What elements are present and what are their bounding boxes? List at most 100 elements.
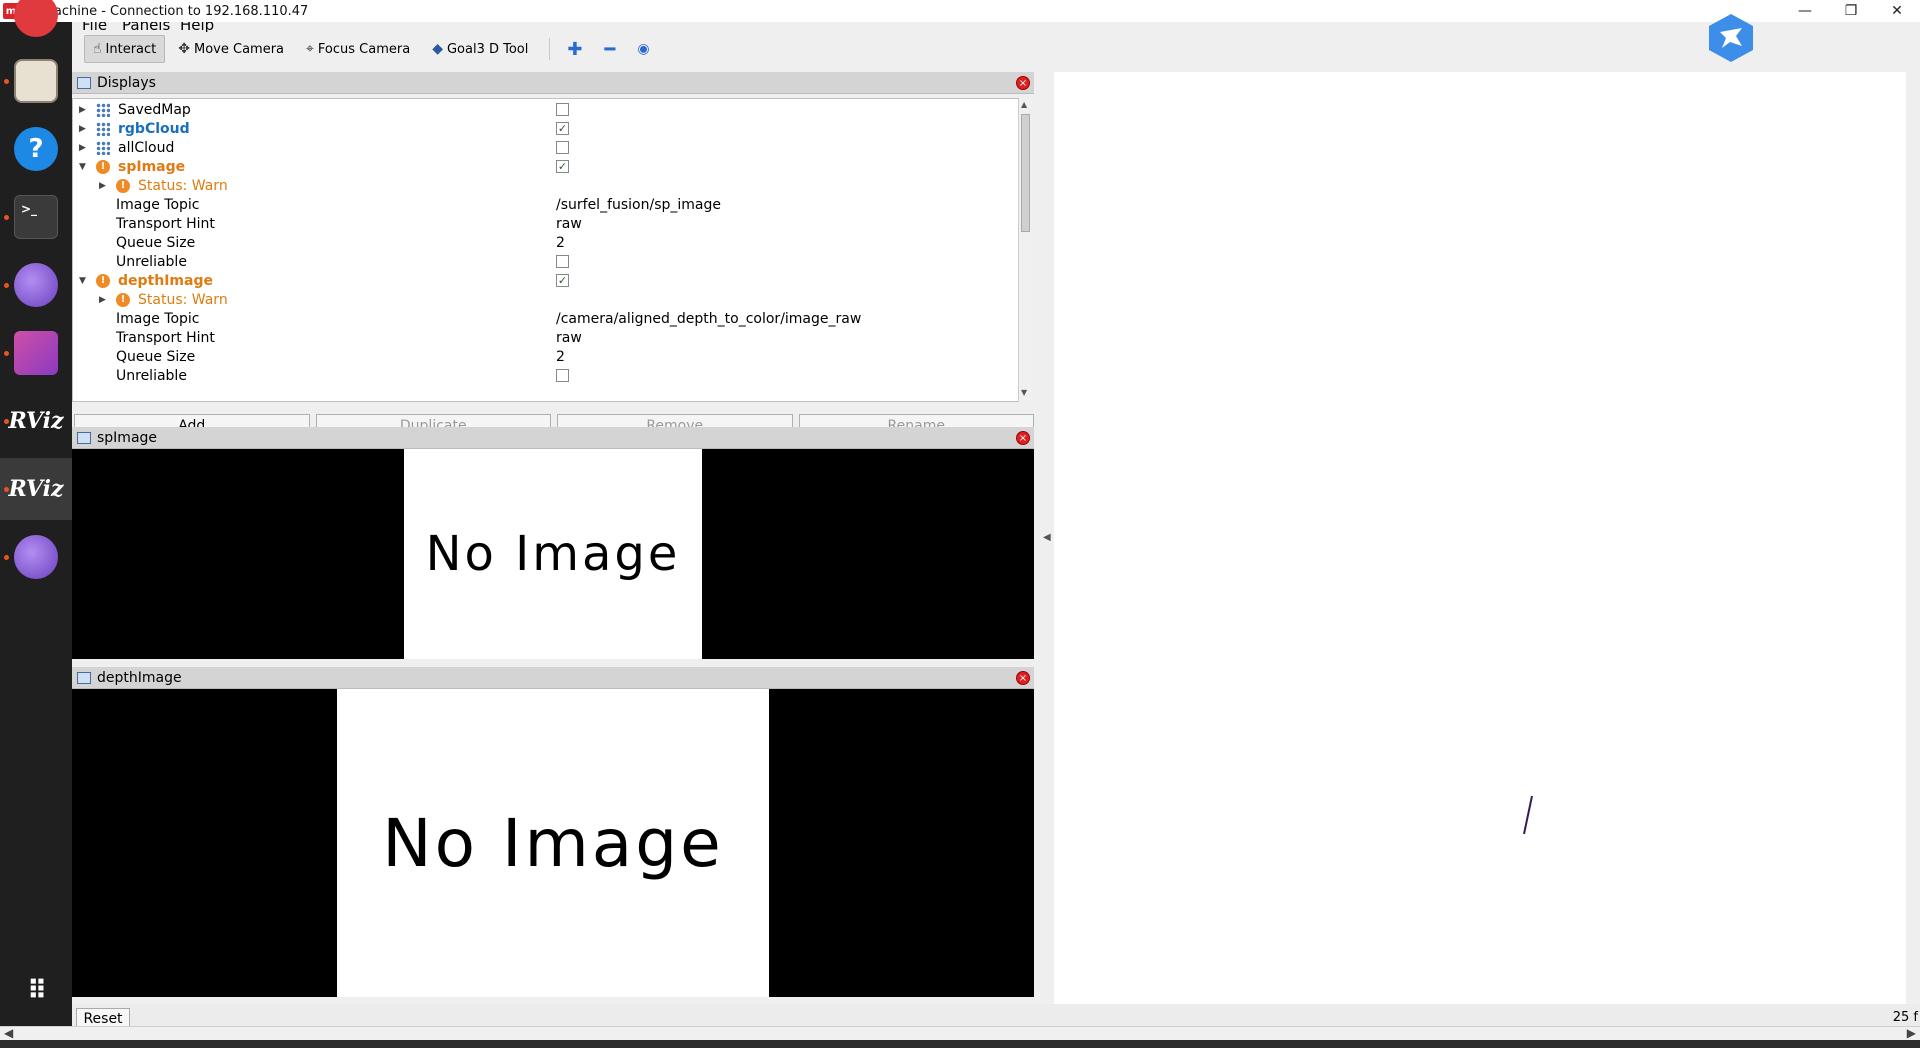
tree-row-rgbcloud[interactable]: ▶ rgbCloud ✓ [73, 119, 1019, 138]
tree-row-image-topic[interactable]: Image Topic /camera/aligned_depth_to_col… [73, 309, 1019, 328]
tree-label: Image Topic [116, 196, 200, 213]
tree-row-transport-hint[interactable]: Transport Hint raw [73, 328, 1019, 347]
running-indicator [4, 79, 9, 84]
restore-button[interactable]: ❐ [1828, 0, 1874, 22]
minus-icon: ━ [604, 38, 616, 60]
collapse-splitter-icon[interactable]: ◀ [1043, 532, 1051, 543]
unreliable-checkbox[interactable] [556, 255, 569, 268]
dock-item-app-top[interactable] [0, 0, 72, 46]
interact-tool-button[interactable]: ☝ Interact [84, 35, 166, 63]
dock-item-rviz-1[interactable]: RViz [0, 390, 72, 452]
tree-row-unreliable[interactable]: Unreliable [73, 366, 1019, 385]
tree-label: depthImage [118, 272, 213, 289]
collapse-arrow-icon[interactable]: ▼ [79, 162, 86, 172]
close-panel-icon[interactable]: × [1016, 431, 1030, 445]
eye-icon: ◉ [637, 41, 650, 57]
rviz-icon: RViz [8, 476, 64, 502]
tree-row-status[interactable]: ▶ ! Status: Warn [73, 290, 1019, 309]
depthimage-panel-title: depthImage [97, 669, 182, 686]
warning-icon: ! [96, 273, 110, 288]
enable-checkbox[interactable]: ✓ [556, 122, 569, 135]
dock-item-sphere-app-2[interactable] [0, 526, 72, 588]
tree-row-image-topic[interactable]: Image Topic /surfel_fusion/sp_image [73, 195, 1019, 214]
collapse-arrow-icon[interactable]: ▼ [79, 276, 86, 286]
unreliable-checkbox[interactable] [556, 369, 569, 382]
dock-item-image-viewer[interactable] [0, 322, 72, 384]
enable-checkbox[interactable]: ✓ [556, 160, 569, 173]
tree-label: Image Topic [116, 310, 200, 327]
close-window-button[interactable]: ✕ [1874, 0, 1920, 22]
tree-row-allcloud[interactable]: ▶ allCloud [73, 138, 1019, 157]
move-camera-tool-button[interactable]: ✥ Move Camera [169, 35, 293, 63]
tree-label: Queue Size [116, 348, 196, 365]
tree-row-status[interactable]: ▶ ! Status: Warn [73, 176, 1019, 195]
running-indicator [4, 283, 9, 288]
tree-row-savedmap[interactable]: ▶ SavedMap [73, 100, 1019, 119]
minimize-button[interactable]: — [1782, 0, 1828, 22]
expand-arrow-icon[interactable]: ▶ [99, 295, 106, 305]
add-tool-button[interactable]: ✚ [558, 35, 591, 63]
move-camera-label: Move Camera [194, 41, 285, 57]
image-topic-value[interactable]: /surfel_fusion/sp_image [556, 197, 721, 213]
3d-render-viewport[interactable] [1054, 72, 1906, 1018]
dock-item-rviz-2[interactable]: RViz [0, 458, 72, 520]
scrollbar-thumb[interactable] [1021, 114, 1030, 232]
taskbar-strip [0, 1040, 1920, 1048]
menu-panels[interactable]: Panels [122, 22, 170, 32]
menu-file[interactable]: File [82, 22, 107, 32]
close-panel-icon[interactable]: × [1016, 76, 1030, 90]
dock-item-files[interactable] [0, 50, 72, 112]
focus-camera-tool-button[interactable]: ⌖ Focus Camera [297, 35, 419, 63]
nomachine-menu-icon[interactable] [1706, 12, 1756, 64]
view-tool-button[interactable]: ◉ [628, 35, 658, 63]
window-titlebar: m NoMachine - Connection to 192.168.110.… [0, 0, 1920, 22]
focus-camera-label: Focus Camera [317, 41, 411, 57]
scroll-up-icon[interactable]: ▲ [1021, 100, 1027, 109]
tree-row-transport-hint[interactable]: Transport Hint raw [73, 214, 1019, 233]
tree-scrollbar[interactable]: ▲ ▼ [1018, 98, 1032, 402]
tree-row-unreliable[interactable]: Unreliable [73, 252, 1019, 271]
tree-row-spimage[interactable]: ▼ ! spImage ✓ [73, 157, 1019, 176]
tree-label: Status: Warn [138, 177, 228, 194]
tree-row-queue-size[interactable]: Queue Size 2 [73, 347, 1019, 366]
ubuntu-dock: ? >_ RViz RViz ⠿ [0, 0, 72, 1034]
pointcloud-icon [96, 121, 110, 136]
toolbar-separator [549, 38, 551, 60]
enable-checkbox[interactable] [556, 103, 569, 116]
expand-arrow-icon[interactable]: ▶ [79, 143, 86, 153]
tree-label: Transport Hint [116, 329, 215, 346]
image-topic-value[interactable]: /camera/aligned_depth_to_color/image_raw [556, 311, 861, 327]
files-icon [14, 59, 58, 103]
transport-hint-value[interactable]: raw [556, 216, 582, 232]
scroll-right-icon[interactable]: ▶ [1907, 1026, 1916, 1040]
diamond-icon: ◆ [432, 41, 443, 57]
goal3d-tool-button[interactable]: ◆ Goal3 D Tool [423, 35, 537, 63]
transport-hint-value[interactable]: raw [556, 330, 582, 346]
show-applications-button[interactable]: ⠿ [0, 960, 72, 1022]
remove-tool-button[interactable]: ━ [595, 35, 624, 63]
tree-label: Queue Size [116, 234, 196, 251]
close-panel-icon[interactable]: × [1016, 671, 1030, 685]
depthimage-view: No Image [72, 689, 1034, 997]
dock-item-terminal[interactable]: >_ [0, 186, 72, 248]
enable-checkbox[interactable]: ✓ [556, 274, 569, 287]
menu-help[interactable]: Help [180, 22, 214, 32]
dock-item-help[interactable]: ? [0, 118, 72, 180]
expand-arrow-icon[interactable]: ▶ [79, 105, 86, 115]
expand-arrow-icon[interactable]: ▶ [79, 124, 86, 134]
sphere-app-icon [14, 535, 58, 579]
scroll-left-icon[interactable]: ◀ [4, 1026, 13, 1040]
scroll-down-icon[interactable]: ▼ [1021, 388, 1027, 397]
enable-checkbox[interactable] [556, 141, 569, 154]
tree-row-depthimage[interactable]: ▼ ! depthImage ✓ [73, 271, 1019, 290]
queue-size-value[interactable]: 2 [556, 235, 565, 251]
warning-icon: ! [116, 178, 130, 193]
tree-row-queue-size[interactable]: Queue Size 2 [73, 233, 1019, 252]
horizontal-scrollbar[interactable]: ◀ ▶ [0, 1026, 1920, 1040]
dock-item-sphere-app[interactable] [0, 254, 72, 316]
displays-tree: ▶ SavedMap ▶ rgbCloud ✓ ▶ allCloud ▼ ! s… [72, 98, 1020, 402]
spimage-view: No Image [72, 449, 1034, 659]
tree-label: spImage [118, 158, 186, 175]
expand-arrow-icon[interactable]: ▶ [99, 181, 106, 191]
queue-size-value[interactable]: 2 [556, 349, 565, 365]
